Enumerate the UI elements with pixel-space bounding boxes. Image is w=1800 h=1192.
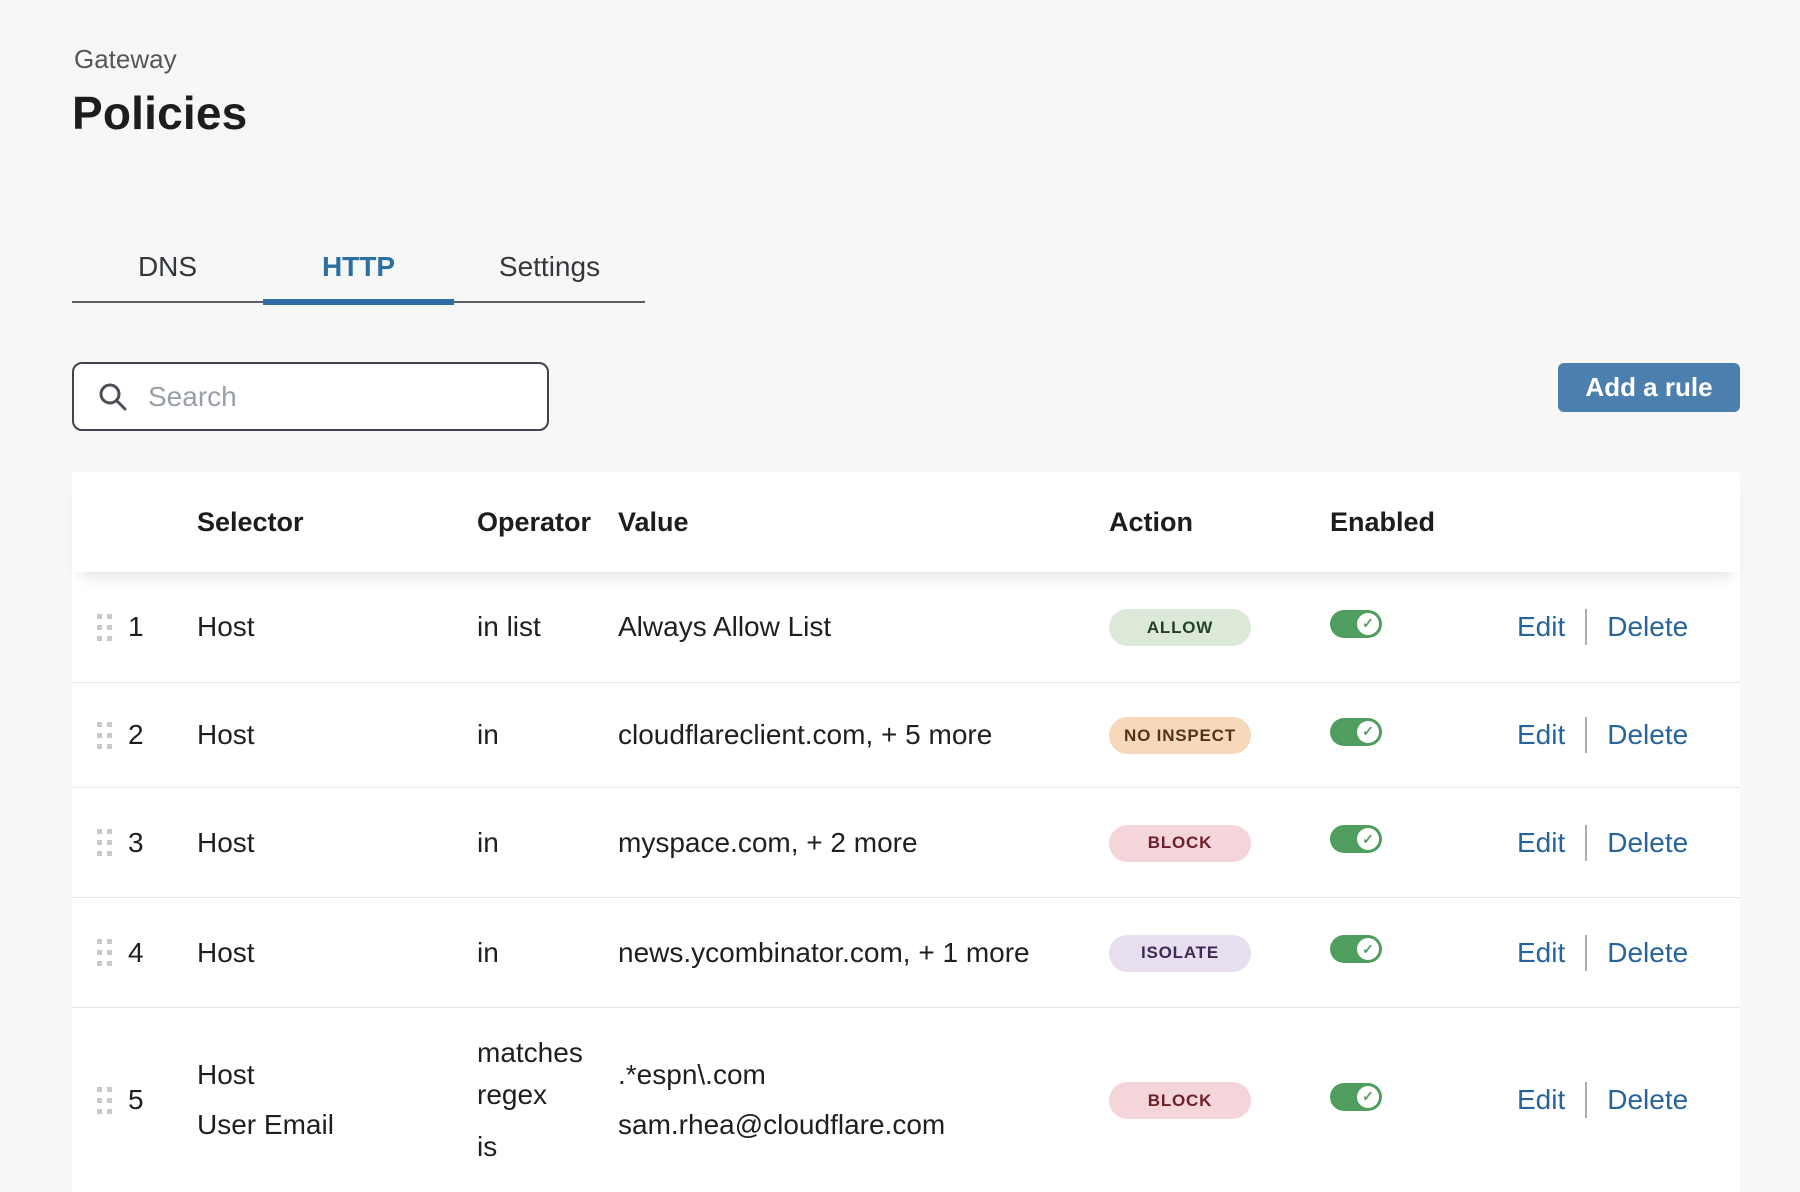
link-divider (1585, 935, 1587, 971)
edit-link[interactable]: Edit (1517, 827, 1565, 859)
link-divider (1585, 1082, 1587, 1118)
value-text: myspace.com, + 2 more (618, 825, 1109, 861)
row-number: 5 (128, 1084, 197, 1116)
action-badge: BLOCK (1109, 825, 1251, 862)
check-icon: ✓ (1357, 721, 1379, 743)
selector-value: User Email (197, 1107, 477, 1143)
value-text: .*espn\.com (618, 1057, 1109, 1093)
tab-bar: DNS HTTP Settings (72, 233, 645, 303)
table-row: 1 Host in list Always Allow List ALLOW ✓… (72, 572, 1740, 682)
delete-link[interactable]: Delete (1607, 937, 1688, 969)
link-divider (1585, 609, 1587, 645)
drag-handle-icon[interactable] (97, 1087, 128, 1114)
row-number: 1 (128, 611, 197, 643)
link-divider (1585, 717, 1587, 753)
edit-link[interactable]: Edit (1517, 611, 1565, 643)
table-row: 3 Host in myspace.com, + 2 more BLOCK ✓ … (72, 787, 1740, 897)
gateway-policies-page: Gateway Policies DNS HTTP Settings Add a… (0, 0, 1800, 1192)
selector-value: Host (197, 1057, 477, 1093)
delete-link[interactable]: Delete (1607, 719, 1688, 751)
edit-link[interactable]: Edit (1517, 1084, 1565, 1116)
delete-link[interactable]: Delete (1607, 1084, 1688, 1116)
action-badge: NO INSPECT (1109, 717, 1251, 754)
table-row: 5 Host User Email matches regex is .*esp… (72, 1007, 1740, 1192)
row-number: 2 (128, 719, 197, 751)
breadcrumb: Gateway (74, 44, 177, 75)
operator-value: is (477, 1126, 602, 1168)
check-icon: ✓ (1357, 1086, 1379, 1108)
column-header-action: Action (1109, 507, 1330, 538)
drag-handle-icon[interactable] (97, 939, 128, 966)
page-title: Policies (72, 86, 247, 140)
check-icon: ✓ (1357, 828, 1379, 850)
tab-settings[interactable]: Settings (454, 233, 645, 301)
check-icon: ✓ (1357, 613, 1379, 635)
selector-value: Host (197, 825, 477, 861)
column-header-value: Value (618, 507, 1109, 538)
drag-handle-icon[interactable] (97, 722, 128, 749)
table-row: 4 Host in news.ycombinator.com, + 1 more… (72, 897, 1740, 1007)
enabled-toggle[interactable]: ✓ (1330, 1083, 1382, 1111)
operator-value: in (477, 714, 602, 756)
edit-link[interactable]: Edit (1517, 719, 1565, 751)
column-header-selector: Selector (197, 507, 477, 538)
enabled-toggle[interactable]: ✓ (1330, 718, 1382, 746)
tab-http[interactable]: HTTP (263, 233, 454, 301)
search-input[interactable] (148, 381, 528, 413)
drag-handle-icon[interactable] (97, 829, 128, 856)
operator-value: in list (477, 606, 602, 648)
check-icon: ✓ (1357, 938, 1379, 960)
table-row: 2 Host in cloudflareclient.com, + 5 more… (72, 682, 1740, 787)
selector-value: Host (197, 935, 477, 971)
value-text: news.ycombinator.com, + 1 more (618, 935, 1109, 971)
search-icon (98, 382, 128, 412)
action-badge: BLOCK (1109, 1082, 1251, 1119)
column-header-operator: Operator (477, 507, 618, 538)
edit-link[interactable]: Edit (1517, 937, 1565, 969)
row-number: 4 (128, 937, 197, 969)
drag-handle-icon[interactable] (97, 614, 128, 641)
enabled-toggle[interactable]: ✓ (1330, 610, 1382, 638)
value-text: Always Allow List (618, 609, 1109, 645)
operator-value: matches regex (477, 1032, 602, 1116)
tab-dns[interactable]: DNS (72, 233, 263, 301)
value-text: cloudflareclient.com, + 5 more (618, 717, 1109, 753)
action-badge: ALLOW (1109, 609, 1251, 646)
enabled-toggle[interactable]: ✓ (1330, 825, 1382, 853)
selector-value: Host (197, 609, 477, 645)
delete-link[interactable]: Delete (1607, 827, 1688, 859)
policies-table: Selector Operator Value Action Enabled 1… (72, 472, 1740, 1192)
operator-value: in (477, 932, 602, 974)
delete-link[interactable]: Delete (1607, 611, 1688, 643)
enabled-toggle[interactable]: ✓ (1330, 935, 1382, 963)
operator-value: in (477, 822, 602, 864)
action-badge: ISOLATE (1109, 935, 1251, 972)
value-text: sam.rhea@cloudflare.com (618, 1107, 1109, 1143)
add-rule-button[interactable]: Add a rule (1558, 363, 1740, 412)
search-box[interactable] (72, 362, 549, 431)
table-header-row: Selector Operator Value Action Enabled (72, 472, 1740, 572)
link-divider (1585, 825, 1587, 861)
selector-value: Host (197, 717, 477, 753)
column-header-enabled: Enabled (1330, 507, 1517, 538)
row-number: 3 (128, 827, 197, 859)
